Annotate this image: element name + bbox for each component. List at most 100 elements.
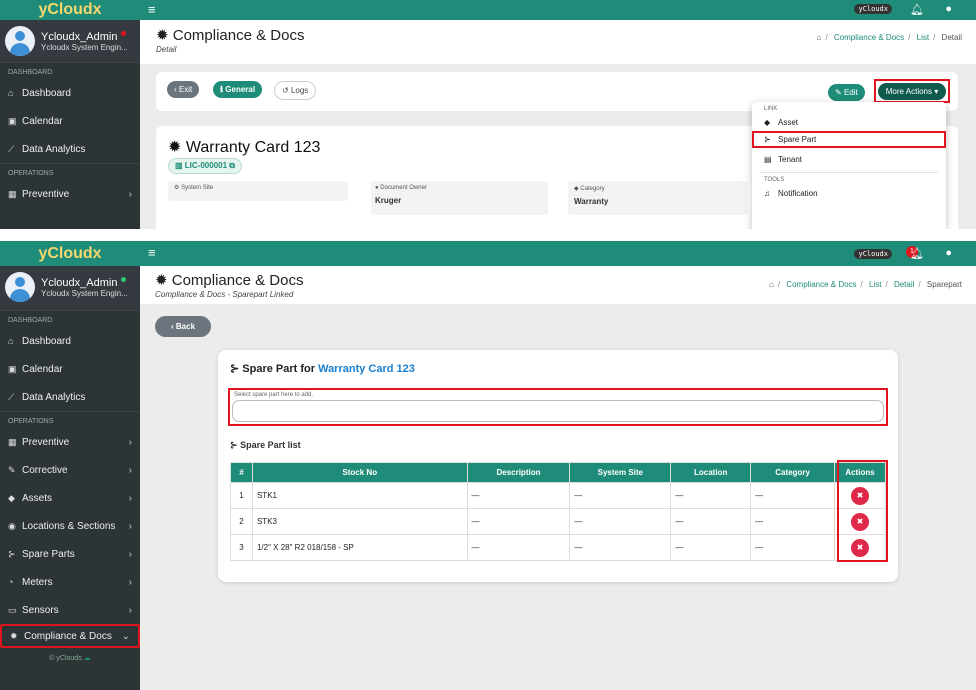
- back-button[interactable]: ‹ Back: [155, 316, 212, 337]
- spare-part-select-highlight: Select spare part here to add.: [228, 388, 888, 426]
- more-actions-button[interactable]: More Actions ▾: [878, 83, 946, 100]
- breadcrumb-link[interactable]: Detail: [894, 280, 914, 289]
- cell-category: —: [750, 482, 835, 509]
- menu-icon[interactable]: ≡: [148, 245, 156, 260]
- chevron-right-icon: ›: [128, 576, 132, 588]
- cloud-icon: ☁: [83, 655, 91, 662]
- menu-item-tenant[interactable]: ▤ Tenant: [752, 148, 946, 168]
- col-location[interactable]: Location: [670, 462, 752, 483]
- menu-item-notification[interactable]: ♫ Notification: [752, 185, 946, 202]
- page-title: ✹ Compliance & Docs: [156, 27, 305, 44]
- avatar: [5, 26, 35, 56]
- general-button[interactable]: ℹ General: [213, 81, 263, 98]
- user-icon: ●: [375, 185, 379, 191]
- cell-index: 2: [230, 508, 253, 535]
- sidebar-item-calendar[interactable]: ▣ Calendar: [0, 355, 140, 383]
- brand-logo[interactable]: yCloudx: [0, 0, 140, 20]
- sidebar-item-meters[interactable]: ◔ Meters ›: [0, 568, 140, 596]
- sidebar-item-calendar[interactable]: ▣ Calendar: [0, 107, 140, 135]
- breadcrumb-link[interactable]: List: [869, 280, 881, 289]
- cell-description: —: [466, 482, 571, 509]
- cell-location: —: [670, 508, 752, 535]
- home-icon[interactable]: ⌂: [769, 280, 774, 289]
- edit-button[interactable]: ✎ Edit: [828, 84, 865, 101]
- sidebar-item-sensors[interactable]: ▭ Sensors ›: [0, 596, 140, 624]
- sidebar-item-locations[interactable]: ◉ Locations & Sections ›: [0, 512, 140, 540]
- sidebar-item-data-analytics[interactable]: ⟋ Data Analytics: [0, 135, 140, 163]
- col-description[interactable]: Description: [466, 462, 571, 483]
- record-link[interactable]: Warranty Card 123: [318, 363, 415, 375]
- menu-section-link: LINK: [764, 106, 778, 112]
- sidebar-item-dashboard[interactable]: ⌂ Dashboard: [0, 79, 140, 107]
- menu-section-tools: TOOLS: [764, 177, 785, 183]
- breadcrumb: ⌂ / Compliance & Docs / List / Detail: [816, 33, 962, 42]
- main-content-bottom: ✹ Compliance & Docs Compliance & Docs - …: [140, 266, 976, 690]
- badge-icon: ✹: [155, 272, 168, 289]
- user-panel[interactable]: Ycloudx_Admin Ycloudx System Engin...: [0, 266, 140, 310]
- user-name: Ycloudx_Admin: [41, 276, 128, 289]
- breadcrumb-link[interactable]: Compliance & Docs: [834, 33, 904, 42]
- sidebar-item-spare-parts[interactable]: ⊱ Spare Parts ›: [0, 540, 140, 568]
- cell-system-site: —: [569, 508, 672, 535]
- cell-system-site: —: [569, 482, 672, 509]
- more-actions-highlight: More Actions ▾: [874, 79, 950, 103]
- menu-item-spare-part[interactable]: ⊱ Spare Part: [752, 131, 946, 148]
- record-code[interactable]: ▥ LIC-000001 ⧉: [168, 158, 242, 174]
- breadcrumb-link[interactable]: List: [917, 33, 929, 42]
- home-icon[interactable]: ⌂: [817, 33, 822, 42]
- user-icon[interactable]: ●: [945, 247, 952, 259]
- calendar-icon: ▣: [8, 115, 17, 126]
- bell-icon[interactable]: 🔔︎: [910, 3, 924, 16]
- panel-title: ⊱ Spare Part for Warranty Card 123: [230, 363, 415, 375]
- sidebar-item-dashboard[interactable]: ⌂ Dashboard: [0, 327, 140, 355]
- screen-divider: [0, 229, 976, 241]
- breadcrumb: ⌂ / Compliance & Docs / List / Detail / Spar…: [768, 280, 962, 289]
- menu-icon[interactable]: ≡: [148, 2, 156, 17]
- page-header: ✹ Compliance & Docs Detail ⌂ / Compliance…: [140, 20, 976, 64]
- col-stock-no[interactable]: Stock No: [251, 462, 468, 483]
- cell-category: —: [750, 508, 835, 535]
- cell-location: —: [670, 534, 752, 561]
- sidebar-item-preventive[interactable]: ▦ Preventive ›: [0, 428, 140, 456]
- sidebar-item-compliance-docs[interactable]: ✹ Compliance & Docs ⌄: [0, 624, 140, 648]
- main-content-top: ✹ Compliance & Docs Detail ⌂ / Compliance…: [140, 20, 976, 229]
- badge-icon: ✹: [10, 630, 18, 641]
- gauge-icon: ◔: [8, 577, 14, 587]
- copy-icon[interactable]: ⧉: [229, 161, 235, 170]
- bell-icon[interactable]: 🔔︎: [910, 247, 924, 260]
- brand-logo[interactable]: yCloudx: [0, 241, 140, 266]
- spare-part-select-input[interactable]: [232, 400, 884, 422]
- section-operations: OPERATIONS: [0, 163, 140, 180]
- more-actions-menu: LINK ◆ Asset ⊱ Spare Part ▤ Tenant TOOLS ♫ N…: [752, 102, 946, 229]
- user-icon[interactable]: ●: [945, 3, 952, 15]
- menu-item-asset[interactable]: ◆ Asset: [752, 114, 946, 131]
- calendar-icon: ▦: [8, 436, 17, 447]
- col-system-site[interactable]: System Site: [569, 462, 672, 483]
- field-document-owner: ● Document Owner Kruger: [371, 181, 548, 215]
- sidebar-footer: © yClouds ☁: [49, 655, 91, 662]
- spare-part-panel: ⊱ Spare Part for Warranty Card 123 Selec…: [218, 350, 898, 582]
- cell-index: 1: [230, 482, 253, 509]
- sidebar-item-assets[interactable]: ◆ Assets ›: [0, 484, 140, 512]
- user-panel[interactable]: Ycloudx_Admin Ycloudx System Engin...: [0, 20, 140, 62]
- table-row: 1 STK1 — — — — ✖: [230, 482, 886, 509]
- org-badge[interactable]: yCloudx: [854, 4, 892, 14]
- chart-icon: ⟋: [8, 391, 15, 402]
- sidebar-item-corrective[interactable]: ✎ Corrective ›: [0, 456, 140, 484]
- badge-icon: ✹: [168, 139, 182, 156]
- field-category: ◆ Category Warranty: [568, 181, 748, 215]
- chevron-right-icon: ›: [128, 548, 132, 560]
- sidebar-item-preventive[interactable]: ▦ Preventive ›: [0, 180, 140, 208]
- breadcrumb-link[interactable]: Compliance & Docs: [786, 280, 856, 289]
- calendar-icon: ▦: [8, 188, 17, 199]
- barcode-icon: ▥: [175, 161, 183, 170]
- exit-button[interactable]: ‹ Exit: [167, 81, 200, 98]
- logs-button[interactable]: ↺ Logs: [274, 81, 317, 100]
- avatar: [5, 272, 35, 302]
- chevron-right-icon: ›: [128, 520, 132, 532]
- chevron-right-icon: ›: [128, 464, 132, 476]
- sidebar-item-data-analytics[interactable]: ⟋ Data Analytics: [0, 383, 140, 411]
- home-icon: ⌂: [8, 336, 14, 346]
- org-badge[interactable]: yCloudx: [854, 249, 892, 259]
- col-category[interactable]: Category: [750, 462, 835, 483]
